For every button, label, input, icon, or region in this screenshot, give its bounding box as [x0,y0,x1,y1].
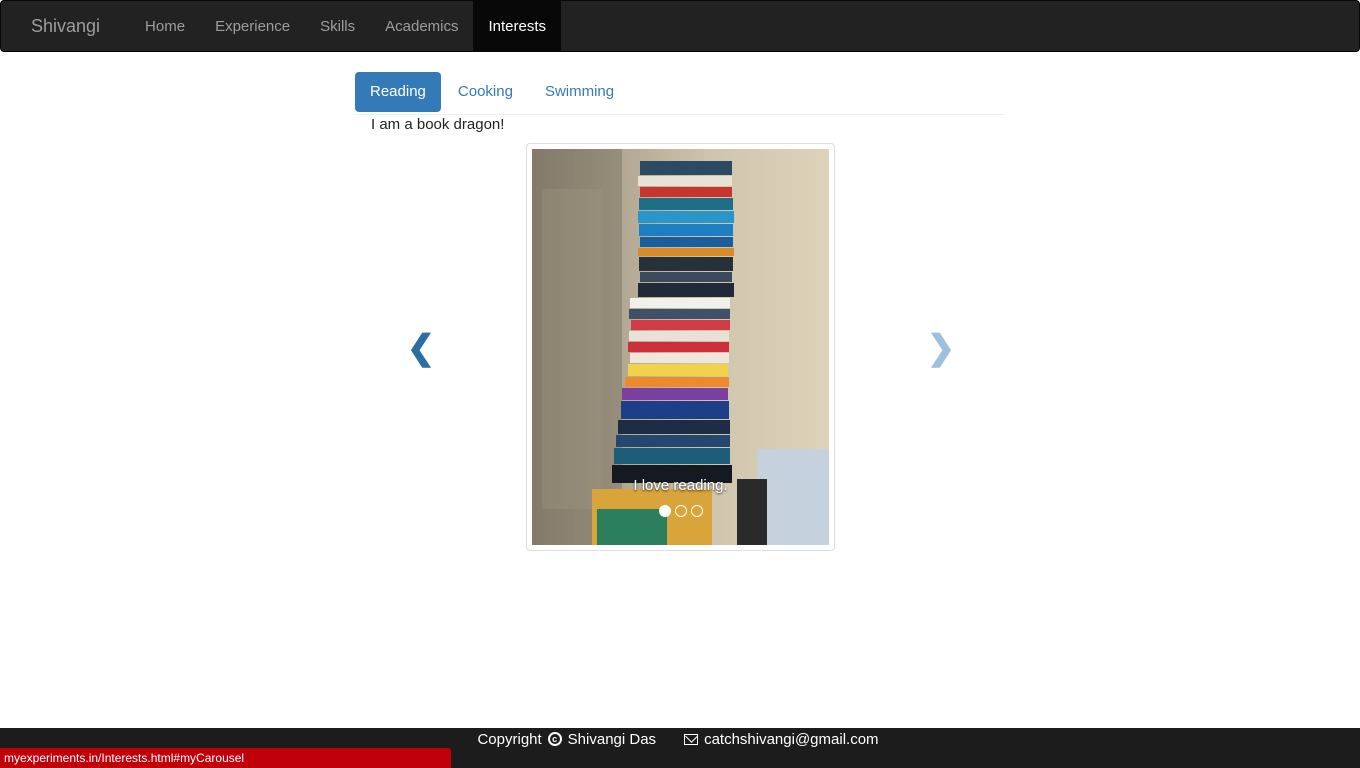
book-stack-photo: I love reading. [532,149,829,545]
indicator-dot-1[interactable] [658,505,671,517]
navbar: Shivangi Home Experience Skills Academic… [0,0,1360,52]
nav-interests[interactable]: Interests [473,1,562,51]
carousel-prev-button[interactable]: ❮ [406,329,436,367]
nav-skills[interactable]: Skills [305,1,370,51]
carousel-indicators [532,505,829,517]
tab-swimming[interactable]: Swimming [530,72,629,112]
footer-copyright: Copyright c Shivangi Das [477,730,656,748]
brand-link[interactable]: Shivangi [1,1,130,51]
chevron-left-icon: ❮ [406,329,436,367]
copyright-label: Copyright [477,730,542,748]
carousel-slide: I love reading. [526,143,835,551]
tab-description: I am a book dragon! [371,116,505,133]
nav-home[interactable]: Home [130,1,200,51]
main-nav: Home Experience Skills Academics Interes… [130,1,562,51]
footer-author: Shivangi Das [567,730,657,748]
carousel: ❮ I love reading. ❯ [407,143,955,551]
tab-cooking[interactable]: Cooking [443,72,528,112]
status-bar-url: myexperiments.in/Interests.html#myCarous… [0,748,451,768]
copyright-icon: c [547,732,562,746]
carousel-next-button[interactable]: ❯ [926,329,956,367]
interests-section: Reading Cooking Swimming I am a book dra… [355,72,1005,133]
footer-email: catchshivangi@gmail.com [684,730,879,748]
envelope-icon [684,733,699,745]
nav-academics[interactable]: Academics [370,1,473,51]
indicator-dot-3[interactable] [690,505,703,517]
nav-experience[interactable]: Experience [200,1,305,51]
chevron-right-icon: ❯ [926,329,956,367]
footer-email-address[interactable]: catchshivangi@gmail.com [704,731,878,748]
slide-caption: I love reading. [633,477,728,494]
indicator-dot-2[interactable] [674,505,687,517]
tab-reading[interactable]: Reading [355,72,441,112]
interest-tabs: Reading Cooking Swimming [355,72,1005,115]
